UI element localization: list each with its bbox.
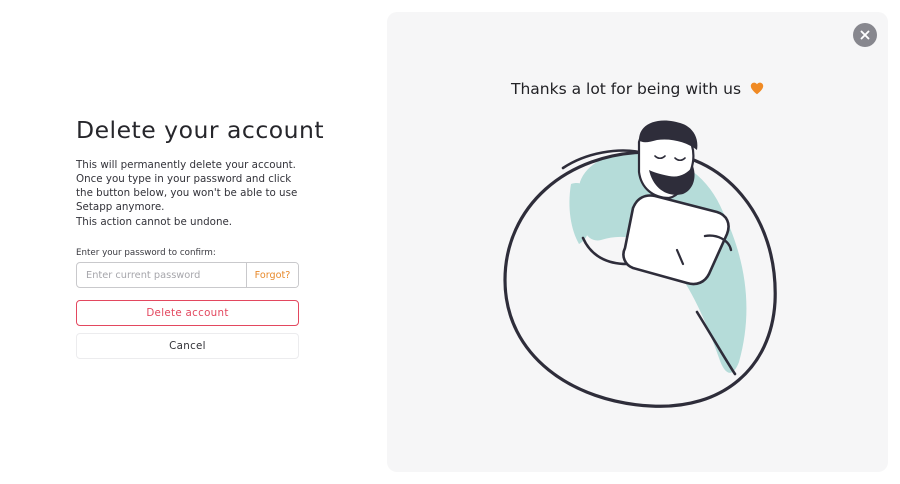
forgot-password-button[interactable]: Forgot? [246, 263, 298, 287]
password-label: Enter your password to confirm: [76, 248, 216, 258]
password-input[interactable] [77, 263, 246, 287]
page-title: Delete your account [76, 116, 325, 144]
password-field-group: Forgot? [76, 262, 299, 288]
delete-account-button[interactable]: Delete account [76, 300, 299, 326]
cancel-button[interactable]: Cancel [76, 333, 299, 359]
illustration-panel: Thanks a lot for being with us [387, 12, 888, 472]
description-text: This will permanently delete your accoun… [76, 159, 298, 213]
warning-text: This action cannot be undone. [76, 216, 233, 228]
beanbag-illustration [503, 120, 777, 408]
